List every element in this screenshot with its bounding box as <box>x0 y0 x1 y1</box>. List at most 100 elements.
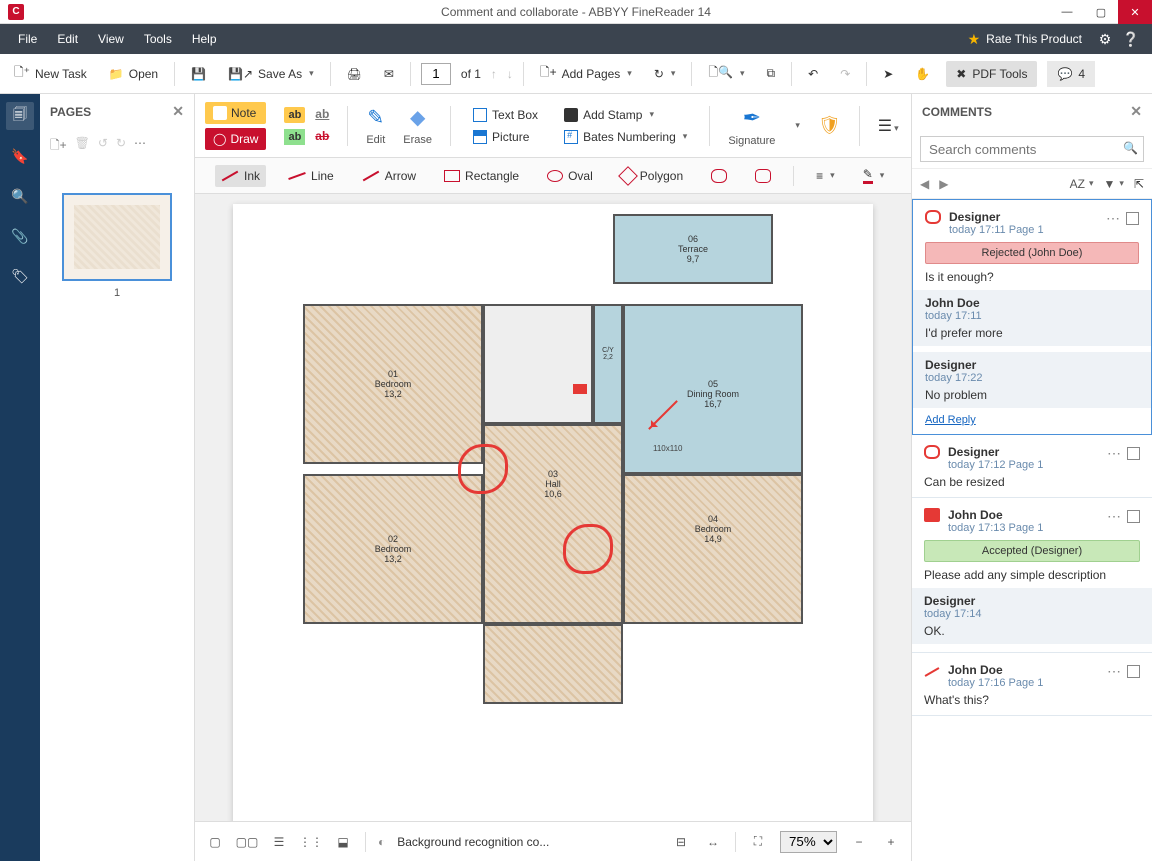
continuous-view-icon[interactable]: ☰ <box>269 832 289 852</box>
sort-button[interactable]: AZ▾ <box>1070 177 1094 191</box>
note-marker-annotation[interactable] <box>573 384 587 394</box>
arrow-tool[interactable]: Arrow <box>356 165 422 187</box>
list-options-icon[interactable]: ☰▾ <box>878 116 899 136</box>
thread-more-icon[interactable]: ⋯ <box>1106 210 1120 227</box>
filter-button[interactable]: ▼▾ <box>1104 177 1124 191</box>
add-page-icon[interactable]: 🗋+ <box>50 136 67 157</box>
thread-more-icon[interactable]: ⋯ <box>1107 445 1121 462</box>
cloud-annotation-1[interactable] <box>458 444 508 494</box>
single-page-view-icon[interactable]: ▢ <box>205 832 225 852</box>
cloud-tool[interactable] <box>705 165 733 187</box>
bookmarks-nav-icon[interactable]: 🔖 <box>6 142 34 170</box>
pointer-button[interactable]: ➤ <box>877 63 899 85</box>
thread-more-icon[interactable]: ⋯ <box>1107 508 1121 525</box>
highlight-yellow-tool[interactable]: ab <box>284 107 305 123</box>
comment-thread[interactable]: Designertoday 17:12 Page 1⋯Can be resize… <box>912 435 1152 498</box>
ink-tool[interactable]: Ink <box>215 165 266 187</box>
line-weight-tool[interactable]: ≡▾ <box>810 165 841 187</box>
rotate-left-icon[interactable]: ↺ <box>98 136 108 157</box>
save-as-button[interactable]: 💾↗ Save As ▾ <box>222 63 320 85</box>
add-reply-link[interactable]: Add Reply <box>925 414 976 426</box>
poly-cloud-tool[interactable] <box>749 165 777 187</box>
next-comment-icon[interactable]: ▶ <box>939 177 948 191</box>
menu-view[interactable]: View <box>88 24 134 54</box>
fullscreen-icon[interactable]: ⛶ <box>748 832 768 852</box>
fit-width-icon2[interactable]: ↔ <box>703 832 723 852</box>
draw-tool[interactable]: ◯Draw <box>205 128 266 150</box>
close-panel-icon[interactable]: ✕ <box>172 103 184 120</box>
line-tool[interactable]: Line <box>282 165 340 187</box>
chevron-down-icon[interactable]: ▾ <box>795 120 800 131</box>
line-color-tool[interactable]: ✎▾ <box>857 163 891 188</box>
attachments-nav-icon[interactable]: 📎 <box>6 222 34 250</box>
comment-thread[interactable]: John Doetoday 17:16 Page 1⋯What's this? <box>912 653 1152 716</box>
document-page[interactable]: 06 Terrace 9,7 01 Bedroom 13,2 02 Bedroo… <box>233 204 873 821</box>
cloud-annotation-2[interactable] <box>563 524 613 574</box>
hand-button[interactable]: ✋ <box>909 63 936 85</box>
polygon-tool[interactable]: Polygon <box>615 165 689 187</box>
zoom-select[interactable]: 75% <box>780 831 837 853</box>
zoom-out-icon[interactable]: − <box>849 832 869 852</box>
add-pages-button[interactable]: 🗋+ Add Pages ▾ <box>534 59 638 88</box>
maximize-button[interactable]: ▢ <box>1084 0 1118 24</box>
canvas-viewport[interactable]: 06 Terrace 9,7 01 Bedroom 13,2 02 Bedroo… <box>195 194 911 821</box>
oval-tool[interactable]: Oval <box>541 165 599 187</box>
zoom-in-icon[interactable]: + <box>881 832 901 852</box>
add-stamp-tool[interactable]: Add Stamp▾ <box>560 106 691 124</box>
page-thumbnail[interactable] <box>62 193 172 281</box>
tags-nav-icon[interactable]: 🏷 <box>6 262 34 290</box>
highlight-green-tool[interactable]: ab <box>284 129 305 145</box>
help-icon[interactable]: ❔ <box>1118 31 1144 48</box>
rate-product[interactable]: ★ Rate This Product <box>958 31 1092 48</box>
note-tool[interactable]: Note <box>205 102 266 124</box>
menu-file[interactable]: File <box>8 24 47 54</box>
two-page-view-icon[interactable]: ▢▢ <box>237 832 257 852</box>
settings-icon[interactable]: ⚙ <box>1092 31 1118 48</box>
more-icon[interactable]: ⋯ <box>134 136 146 157</box>
close-comments-icon[interactable]: ✕ <box>1130 103 1142 120</box>
comments-list[interactable]: Designertoday 17:11 Page 1⋯Rejected (Joh… <box>912 199 1152 861</box>
search-nav-icon[interactable]: 🔍 <box>6 182 34 210</box>
save-button[interactable]: 💾 <box>185 63 212 85</box>
prev-page-button[interactable]: ↑ <box>491 67 497 81</box>
pdf-tools-button[interactable]: ✖ PDF Tools <box>946 61 1037 87</box>
comment-thread[interactable]: Designertoday 17:11 Page 1⋯Rejected (Joh… <box>912 199 1152 435</box>
next-page-button[interactable]: ↓ <box>507 67 513 81</box>
pages-nav-icon[interactable]: 🗐 <box>6 102 34 130</box>
thread-checkbox[interactable] <box>1127 510 1140 523</box>
email-button[interactable]: ✉ <box>378 63 400 85</box>
fit-width-icon[interactable]: ⬓ <box>333 832 353 852</box>
thread-checkbox[interactable] <box>1127 447 1140 460</box>
collapse-all-icon[interactable]: ⇱ <box>1134 177 1144 191</box>
rotate-right-icon[interactable]: ↻ <box>116 136 126 157</box>
signature-group[interactable]: ✒ Signature <box>728 105 775 147</box>
undo-button[interactable]: ↶ <box>802 63 824 85</box>
bates-tool[interactable]: Bates Numbering▾ <box>560 128 691 146</box>
delete-page-icon[interactable]: 🗑 <box>75 136 90 157</box>
shield-icon[interactable]: 🛡 <box>818 115 841 136</box>
menu-edit[interactable]: Edit <box>47 24 88 54</box>
new-task-button[interactable]: 🗋⁺ New Task <box>8 59 93 88</box>
prev-comment-icon[interactable]: ◀ <box>920 177 929 191</box>
print-button[interactable]: 🖨 <box>341 63 368 85</box>
open-button[interactable]: 📁 Open <box>103 63 164 85</box>
picture-tool[interactable]: Picture <box>469 128 542 146</box>
thread-checkbox[interactable] <box>1127 665 1140 678</box>
thread-more-icon[interactable]: ⋯ <box>1107 663 1121 680</box>
rotate-button[interactable]: ↻▾ <box>648 63 682 85</box>
compare-button[interactable]: ⧉ <box>761 62 782 85</box>
strikethrough-tool[interactable]: ab <box>315 129 329 145</box>
page-number-input[interactable] <box>421 63 451 85</box>
close-button[interactable]: ✕ <box>1118 0 1152 24</box>
menu-help[interactable]: Help <box>182 24 227 54</box>
comments-count-button[interactable]: 💬 4 <box>1047 61 1095 87</box>
redo-button[interactable]: ↷ <box>834 63 856 85</box>
continuous-two-view-icon[interactable]: ⋮⋮ <box>301 832 321 852</box>
minimize-button[interactable]: — <box>1050 0 1084 24</box>
rectangle-tool[interactable]: Rectangle <box>438 165 525 187</box>
underline-tool[interactable]: ab <box>315 107 329 123</box>
search-doc-button[interactable]: 🗋🔍▾ <box>702 59 750 88</box>
menu-tools[interactable]: Tools <box>134 24 182 54</box>
textbox-tool[interactable]: Text Box <box>469 106 542 124</box>
fit-page-icon[interactable]: ⊟ <box>671 832 691 852</box>
